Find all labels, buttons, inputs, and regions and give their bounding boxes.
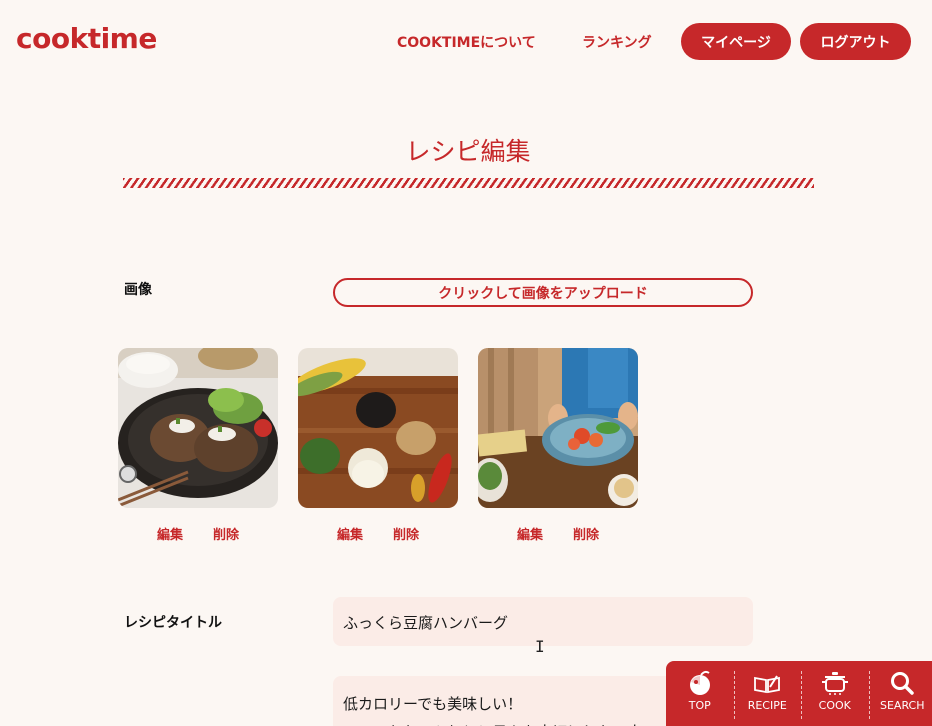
bottom-nav-label: TOP	[688, 699, 711, 712]
search-icon	[891, 672, 914, 695]
logout-button[interactable]: ログアウト	[800, 23, 911, 60]
book-icon	[754, 675, 781, 694]
text-cursor-icon: I	[535, 637, 545, 656]
recipe-title-label: レシピタイトル	[124, 615, 222, 631]
recipe-image-thumbnail	[478, 348, 638, 508]
nav-link-about[interactable]: COOKTIMEについて	[397, 32, 536, 52]
bottom-nav-label: COOK	[818, 699, 851, 712]
thumbnail-delete-button[interactable]: 削除	[393, 524, 419, 543]
logo[interactable]: cooktime	[16, 22, 157, 55]
bottom-nav-cook[interactable]: COOK	[801, 661, 869, 726]
nav-link-ranking[interactable]: ランキング	[582, 32, 652, 52]
bottom-nav: TOP RECIPE COOK SEARCH	[666, 661, 932, 726]
bottom-nav-recipe[interactable]: RECIPE	[733, 661, 802, 726]
upload-image-button[interactable]: クリックして画像をアップロード	[333, 278, 753, 307]
bottom-nav-label: RECIPE	[747, 699, 787, 712]
recipe-image-thumbnail	[298, 348, 458, 508]
thumbnail-delete-button[interactable]: 削除	[213, 524, 239, 543]
apple-icon	[689, 670, 710, 695]
thumbnail-edit-button[interactable]: 編集	[157, 524, 183, 543]
page-title: レシピ編集	[405, 137, 531, 166]
thumbnail-edit-button[interactable]: 編集	[337, 524, 363, 543]
recipe-image-thumbnail	[118, 348, 278, 508]
bottom-nav-label: SEARCH	[879, 699, 925, 712]
thumbnail-edit-button[interactable]: 編集	[517, 524, 543, 543]
image-field-label: 画像	[124, 282, 152, 298]
title-divider	[123, 178, 814, 188]
thumbnail-delete-button[interactable]: 削除	[573, 524, 599, 543]
bottom-nav-search[interactable]: SEARCH	[868, 661, 932, 726]
pot-icon	[821, 672, 848, 695]
mypage-button[interactable]: マイページ	[681, 23, 791, 60]
bottom-nav-top[interactable]: TOP	[666, 661, 734, 726]
